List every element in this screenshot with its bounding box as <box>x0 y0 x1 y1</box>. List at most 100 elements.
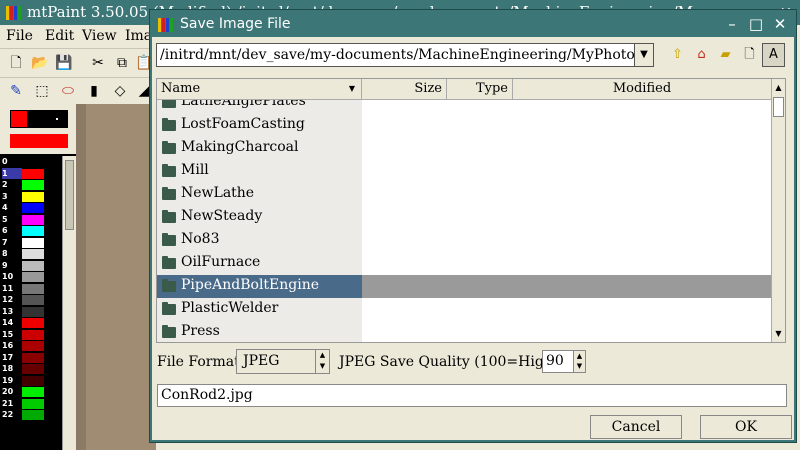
palette-swatch[interactable] <box>22 341 44 351</box>
close-icon[interactable]: ✕ <box>770 15 790 33</box>
palette-swatch[interactable] <box>22 260 44 271</box>
palette-scrollbar[interactable] <box>62 156 76 450</box>
palette-entry[interactable]: 21 <box>0 398 62 410</box>
palette-entry[interactable]: 0 <box>0 156 62 168</box>
palette-swatch[interactable] <box>22 398 44 409</box>
palette-swatch[interactable] <box>22 157 44 167</box>
palette-swatch[interactable] <box>22 191 44 202</box>
maximize-icon[interactable]: □ <box>746 15 766 33</box>
file-row[interactable]: PlasticWelder <box>157 298 771 321</box>
file-name-cell[interactable]: PlasticWelder <box>157 298 362 321</box>
file-name-cell[interactable]: No83 <box>157 229 362 252</box>
palette-swatch[interactable] <box>22 180 44 190</box>
line-icon[interactable]: ▮ <box>84 81 104 101</box>
file-name-cell[interactable]: Mill <box>157 160 362 183</box>
jpeg-quality-spinner[interactable]: 90 ▲ ▼ <box>542 350 586 373</box>
color-b-swatch[interactable] <box>28 110 68 128</box>
palette-scroll-thumb[interactable] <box>65 160 74 230</box>
palette-entry[interactable]: 11 <box>0 283 62 295</box>
palette-entry[interactable]: 17 <box>0 352 62 364</box>
palette-swatch[interactable] <box>22 168 44 179</box>
palette-swatch[interactable] <box>22 329 44 340</box>
palette-swatch[interactable] <box>22 375 44 386</box>
palette-swatch[interactable] <box>22 364 44 374</box>
file-name-cell[interactable]: OilFurnace <box>157 252 362 275</box>
copy-icon[interactable]: ⧉ <box>112 53 132 73</box>
minimize-icon[interactable]: – <box>722 15 742 33</box>
palette-entry[interactable]: 4 <box>0 202 62 214</box>
color-a-swatch[interactable] <box>10 110 28 128</box>
palette-swatch[interactable] <box>22 387 44 397</box>
show-files-icon[interactable]: 🗋 <box>738 43 761 67</box>
palette-swatch[interactable] <box>22 295 44 305</box>
palette-entry[interactable]: 14 <box>0 317 62 329</box>
fill-icon[interactable]: ⬭ <box>58 81 78 101</box>
up-directory-icon[interactable]: ⇧ <box>666 43 689 67</box>
palette-entry[interactable]: 15 <box>0 329 62 341</box>
palette-swatch[interactable] <box>22 318 44 328</box>
file-name-cell[interactable]: PipeAndBoltEngine <box>157 275 362 298</box>
save-icon[interactable]: 💾 <box>54 53 74 73</box>
file-row[interactable]: LostFoamCasting <box>157 114 771 137</box>
open-folder-icon[interactable]: 📂 <box>30 53 50 73</box>
file-row[interactable]: OilFurnace <box>157 252 771 275</box>
file-list-scrollbar[interactable]: ▲ ▼ <box>771 79 785 342</box>
case-sensitive-toggle-icon[interactable]: A <box>762 43 785 67</box>
file-list-scroll-thumb[interactable] <box>773 97 784 117</box>
ok-button[interactable]: OK <box>700 415 792 439</box>
palette-entry[interactable]: 9 <box>0 260 62 272</box>
file-row[interactable]: NewLathe <box>157 183 771 206</box>
palette-swatch[interactable] <box>22 237 44 248</box>
file-row[interactable]: Mill <box>157 160 771 183</box>
new-folder-icon[interactable]: ▰ <box>714 43 737 67</box>
cancel-button[interactable]: Cancel <box>590 415 682 439</box>
palette-swatch[interactable] <box>22 203 44 213</box>
file-name-cell[interactable]: Press <box>157 321 362 342</box>
column-header-name[interactable]: Name ▼ <box>157 79 362 100</box>
palette-swatch[interactable] <box>22 283 44 294</box>
scroll-down-icon[interactable]: ▼ <box>772 327 785 340</box>
palette-entry[interactable]: 20 <box>0 386 62 398</box>
file-name-cell[interactable]: NewLathe <box>157 183 362 206</box>
file-row[interactable]: NewSteady <box>157 206 771 229</box>
palette-entry[interactable]: 13 <box>0 306 62 318</box>
file-name-cell[interactable]: MakingCharcoal <box>157 137 362 160</box>
palette-entry[interactable]: 1 <box>0 167 62 179</box>
palette-swatch[interactable] <box>22 410 44 420</box>
quality-spin-icon[interactable]: ▲ ▼ <box>573 351 585 372</box>
file-row[interactable]: MakingCharcoal <box>157 137 771 160</box>
eraser-icon[interactable]: ◇ <box>110 81 130 101</box>
path-combo-input[interactable]: /initrd/mnt/dev_save/my-documents/Machin… <box>156 43 654 67</box>
file-name-cell[interactable]: NewSteady <box>157 206 362 229</box>
palette-entry[interactable]: 7 <box>0 237 62 249</box>
file-row[interactable]: No83 <box>157 229 771 252</box>
palette-swatch[interactable] <box>22 352 44 363</box>
column-header-size[interactable]: Size <box>362 79 447 100</box>
palette-entry[interactable]: 8 <box>0 248 62 260</box>
palette-entry[interactable]: 5 <box>0 214 62 226</box>
format-spin-icon[interactable]: ▲ ▼ <box>315 350 329 373</box>
palette-entry[interactable]: 2 <box>0 179 62 191</box>
palette-swatch[interactable] <box>22 226 44 236</box>
file-name-cell[interactable]: LostFoamCasting <box>157 114 362 137</box>
palette-swatch[interactable] <box>22 214 44 225</box>
image-canvas[interactable] <box>76 104 156 450</box>
cut-icon[interactable]: ✂ <box>88 53 108 73</box>
palette-entry[interactable]: 19 <box>0 375 62 387</box>
palette-entry[interactable]: 6 <box>0 225 62 237</box>
path-dropdown-icon[interactable]: ▼ <box>634 43 654 67</box>
palette-swatch[interactable] <box>22 249 44 259</box>
palette-entry[interactable]: 12 <box>0 294 62 306</box>
file-row[interactable]: PipeAndBoltEngine <box>157 275 771 298</box>
scroll-up-icon[interactable]: ▲ <box>772 81 785 94</box>
menu-view[interactable]: View <box>82 28 117 44</box>
column-header-modified[interactable]: Modified <box>513 79 771 100</box>
palette-entry[interactable]: 3 <box>0 191 62 203</box>
select-icon[interactable]: ⬚ <box>32 81 52 101</box>
column-header-type[interactable]: Type <box>447 79 513 100</box>
pattern-swatch[interactable] <box>10 134 68 148</box>
menu-file[interactable]: File <box>6 28 33 44</box>
palette-entry[interactable]: 16 <box>0 340 62 352</box>
menu-image[interactable]: Ima <box>125 28 152 44</box>
filename-input[interactable]: ConRod2.jpg <box>157 384 787 407</box>
